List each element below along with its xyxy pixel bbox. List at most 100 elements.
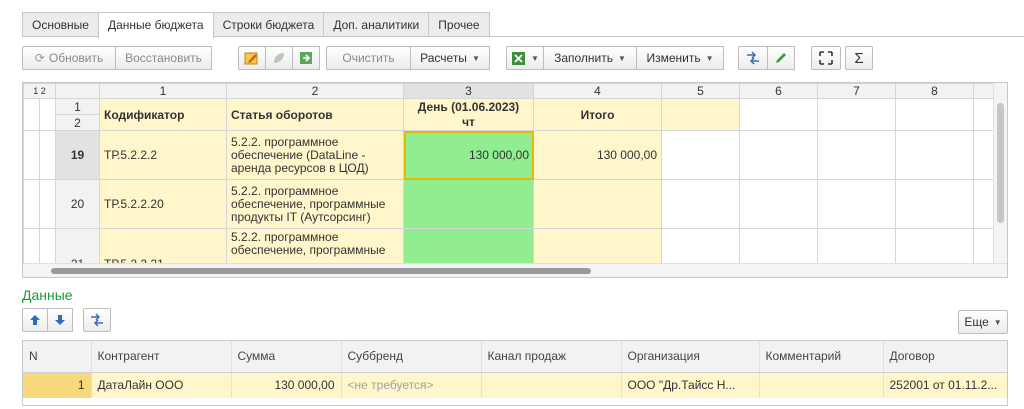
data-toolbar [22,308,111,332]
column-number[interactable]: 1 [99,83,227,99]
edit-button[interactable] [767,46,795,70]
empty-cell[interactable] [895,179,974,229]
header-total[interactable]: Итого [533,98,662,131]
export-button[interactable] [292,46,320,70]
organization-cell[interactable]: ООО "Др.Тайсс Н... [621,372,760,398]
spreadsheet-table: 1 2 1 2 3 4 5 6 7 8 1 Кодификатор Статья… [23,83,996,277]
outline-cell [39,130,56,180]
edit-image-icon [244,50,260,66]
row-number[interactable]: 2 [55,114,100,131]
header-article[interactable]: Статья оборотов [226,98,404,131]
restore-button[interactable]: Восстановить [115,46,212,70]
toolbar: ⟳ Обновить Восстановить Очистить Расчеты… [22,45,873,71]
column-header-counterparty[interactable]: Контрагент [91,341,232,373]
move-down-button[interactable] [47,308,73,332]
day-value-cell[interactable] [403,179,534,229]
column-header-comment[interactable]: Комментарий [759,341,884,373]
tab-bar: Основные Данные бюджета Строки бюджета Д… [22,12,490,38]
budget-spreadsheet[interactable]: 1 2 1 2 3 4 5 6 7 8 1 Кодификатор Статья… [22,82,1008,278]
move-up-button[interactable] [22,308,48,332]
empty-cell[interactable] [661,98,740,131]
table-row: 20 ТР.5.2.2.20 5.2.2. программное обеспе… [23,179,996,229]
tab-budget-data[interactable]: Данные бюджета [97,12,214,38]
fill-button[interactable]: Заполнить ▼ [543,46,637,70]
tab-main[interactable]: Основные [22,12,99,37]
column-number[interactable]: 5 [661,83,740,99]
disabled-tool-button[interactable] [265,46,293,70]
data-transfer-button[interactable] [83,308,111,332]
excel-menu-button[interactable]: ▼ [506,46,544,70]
sum-button[interactable]: Σ [845,46,873,70]
total-cell[interactable]: 130 000,00 [533,130,662,180]
column-header-sum[interactable]: Сумма [231,341,342,373]
empty-cell[interactable] [739,98,818,131]
header-day-label: День (01.06.2023) [417,99,520,114]
transfer-button[interactable] [738,46,768,70]
empty-cell[interactable] [895,98,974,131]
data-section-title: Данные [22,287,73,303]
codifier-cell[interactable]: ТР.5.2.2.20 [99,179,227,229]
outline-cell [39,98,56,131]
tab-extra-analytics[interactable]: Доп. аналитики [323,12,430,37]
empty-cell[interactable] [817,130,896,180]
header-row-1: 1 Кодификатор Статья оборотов День (01.0… [23,98,996,131]
calculations-button[interactable]: Расчеты ▼ [410,46,490,70]
empty-cell[interactable] [817,179,896,229]
data-grid[interactable]: N Контрагент Сумма Суббренд Канал продаж… [22,340,1008,406]
horizontal-scrollbar[interactable] [23,263,1007,277]
sales-channel-cell[interactable] [481,372,622,398]
empty-cell[interactable] [817,98,896,131]
row-number[interactable]: 1 [55,98,100,115]
comment-cell[interactable] [759,372,884,398]
more-button[interactable]: Еще ▼ [958,310,1008,334]
column-header-contract[interactable]: Договор [883,341,1007,373]
empty-cell[interactable] [739,130,818,180]
column-number[interactable]: 7 [817,83,896,99]
empty-cell[interactable] [661,179,740,229]
column-number[interactable]: 8 [895,83,974,99]
codifier-cell[interactable]: ТР.5.2.2.2 [99,130,227,180]
pencil-picture-button[interactable] [238,46,266,70]
article-cell[interactable]: 5.2.2. программное обеспечение (DataLine… [226,130,404,180]
counterparty-cell[interactable]: ДатаЛайн ООО [91,372,232,398]
outline-level-toggle[interactable]: 1 2 [23,83,56,99]
data-table: N Контрагент Сумма Суббренд Канал продаж… [23,341,1007,398]
horizontal-scroll-thumb[interactable] [51,268,591,274]
clear-button[interactable]: Очистить [326,46,411,70]
vertical-scroll-thumb[interactable] [997,103,1004,223]
column-header-subbrand[interactable]: Суббренд [341,341,482,373]
tab-budget-rows[interactable]: Строки бюджета [212,12,325,37]
empty-cell[interactable] [661,130,740,180]
column-header-n[interactable]: N [23,341,92,373]
tab-other[interactable]: Прочее [428,12,490,37]
table-row[interactable]: 1 ДатаЛайн ООО 130 000,00 <не требуется>… [23,372,1007,398]
header-day[interactable]: День (01.06.2023) чт [403,98,534,131]
column-number[interactable]: 6 [739,83,818,99]
vertical-scrollbar[interactable] [993,83,1007,263]
column-number[interactable]: 2 [226,83,404,99]
row-number-cell[interactable]: 1 [23,372,92,398]
column-number[interactable]: 4 [533,83,662,99]
header-codifier[interactable]: Кодификатор [99,98,227,131]
sum-cell[interactable]: 130 000,00 [231,372,342,398]
change-button[interactable]: Изменить ▼ [636,46,724,70]
total-cell[interactable] [533,179,662,229]
fill-label: Заполнить [554,51,613,65]
refresh-button[interactable]: ⟳ Обновить [22,46,116,70]
outline-cell [23,130,40,180]
day-value-cell[interactable]: 130 000,00 [403,130,534,180]
calculations-label: Расчеты [420,51,467,65]
row-number[interactable]: 19 [55,130,100,180]
column-number[interactable]: 3 [403,83,534,99]
article-cell[interactable]: 5.2.2. программное обеспечение, программ… [226,179,404,229]
outline-cell [23,179,40,229]
subbrand-cell[interactable]: <не требуется> [341,372,482,398]
empty-cell[interactable] [895,130,974,180]
row-number[interactable]: 20 [55,179,100,229]
empty-cell[interactable] [739,179,818,229]
refresh-label: Обновить [48,51,104,65]
fullscreen-button[interactable] [811,46,841,70]
column-header-sales-channel[interactable]: Канал продаж [481,341,622,373]
contract-cell[interactable]: 252001 от 01.11.2... [883,372,1007,398]
column-header-organization[interactable]: Организация [621,341,760,373]
